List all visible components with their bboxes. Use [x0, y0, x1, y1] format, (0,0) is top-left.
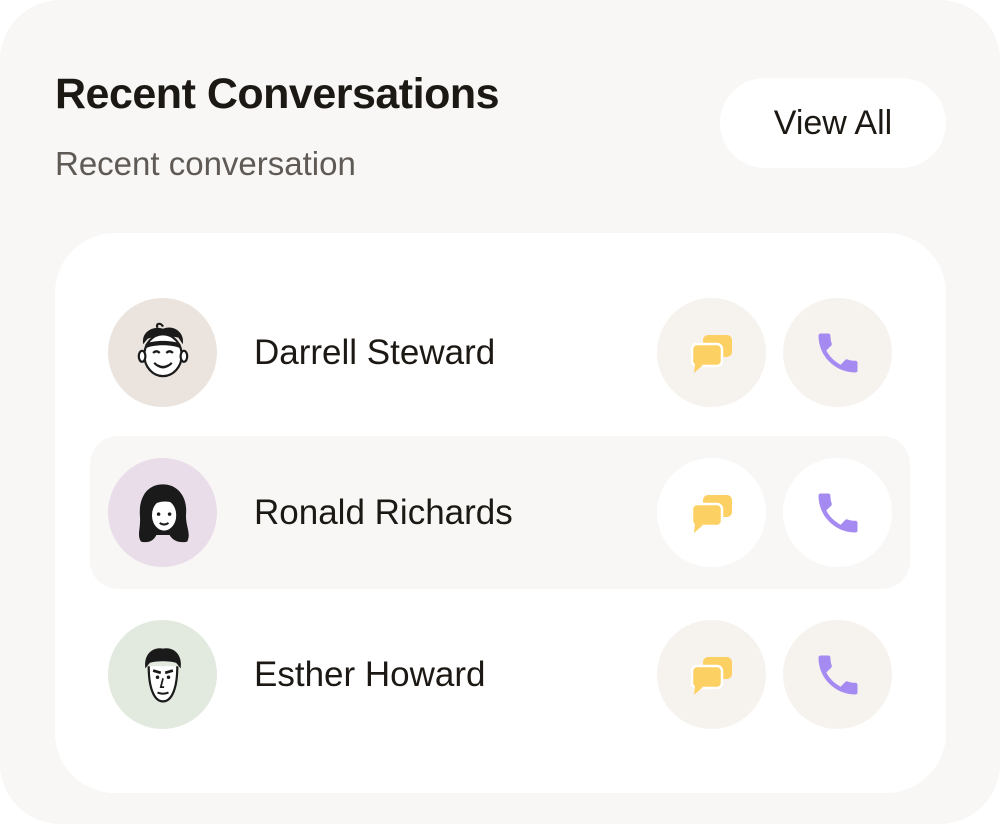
chat-button[interactable] — [657, 298, 766, 407]
phone-icon — [818, 493, 857, 532]
avatar — [108, 620, 217, 729]
conversation-row[interactable]: Esther Howard — [90, 598, 910, 751]
call-button[interactable] — [783, 458, 892, 567]
conversation-row[interactable]: Darrell Steward — [90, 276, 910, 429]
chat-button[interactable] — [657, 620, 766, 729]
boy-face-icon — [137, 322, 188, 377]
chat-bubbles-icon — [690, 494, 732, 533]
page-subtitle: Recent conversation — [55, 145, 356, 182]
recent-conversations-card: Recent Conversations Recent conversation… — [0, 0, 1000, 824]
phone-icon — [818, 333, 857, 372]
conversation-list: Darrell Steward Ronald Richards Esther H… — [55, 233, 946, 793]
contact-name: Ronald Richards — [254, 493, 513, 532]
call-button[interactable] — [783, 298, 892, 407]
chat-bubbles-icon — [690, 656, 732, 695]
avatar — [108, 298, 217, 407]
contact-name: Darrell Steward — [254, 333, 496, 372]
page-title: Recent Conversations — [55, 70, 500, 118]
chat-button[interactable] — [657, 458, 766, 567]
avatar — [108, 458, 217, 567]
man-face-icon — [144, 647, 181, 703]
contact-name: Esther Howard — [254, 655, 486, 694]
conversation-row[interactable]: Ronald Richards — [90, 436, 910, 589]
girl-face-icon — [138, 483, 189, 542]
view-all-button[interactable]: View All — [720, 78, 946, 168]
phone-icon — [818, 655, 857, 694]
chat-bubbles-icon — [690, 334, 732, 373]
call-button[interactable] — [783, 620, 892, 729]
